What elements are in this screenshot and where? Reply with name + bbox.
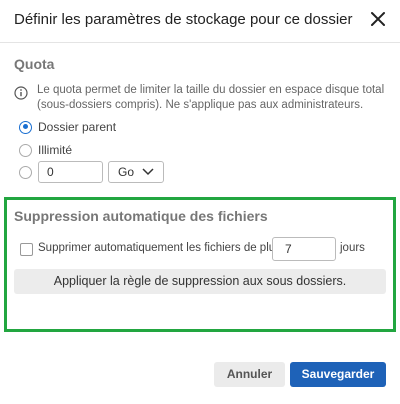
- close-button[interactable]: [366, 7, 390, 31]
- radio-button-checked[interactable]: [19, 120, 32, 134]
- auto-delete-checkbox-label: Supprimer automatiquement les fichiers d…: [38, 242, 297, 254]
- radio-label: Illimité: [38, 143, 73, 157]
- auto-delete-section-title: Suppression automatique des fichiers: [14, 208, 268, 224]
- radio-unlimited[interactable]: Illimité: [19, 141, 72, 159]
- save-button[interactable]: Sauvegarder: [290, 362, 386, 387]
- radio-button[interactable]: [19, 165, 32, 179]
- days-label: jours: [340, 242, 365, 254]
- chevron-down-icon: [142, 168, 154, 176]
- auto-delete-checkbox[interactable]: [20, 243, 33, 256]
- radio-custom-quota[interactable]: [19, 163, 32, 181]
- unit-select-value: Go: [118, 165, 135, 179]
- quota-unit-select[interactable]: Go: [108, 161, 164, 183]
- quota-info-text: Le quota permet de limiter la taille du …: [37, 84, 385, 111]
- dialog-header: Définir les paramètres de stockage pour …: [0, 0, 400, 40]
- quota-value-input[interactable]: 0: [38, 161, 103, 183]
- radio-label: Dossier parent: [38, 120, 117, 134]
- dialog-title: Définir les paramètres de stockage pour …: [14, 11, 353, 28]
- apply-rule-subfolders-button[interactable]: Appliquer la règle de suppression aux so…: [14, 269, 386, 294]
- radio-parent-folder[interactable]: Dossier parent: [19, 118, 116, 136]
- radio-button[interactable]: [19, 143, 32, 157]
- header-divider: [0, 42, 400, 43]
- cancel-button[interactable]: Annuler: [214, 362, 285, 387]
- quota-section-title: Quota: [14, 56, 55, 72]
- close-icon: [371, 12, 385, 26]
- info-icon: [14, 86, 28, 100]
- days-input[interactable]: 7: [272, 237, 336, 261]
